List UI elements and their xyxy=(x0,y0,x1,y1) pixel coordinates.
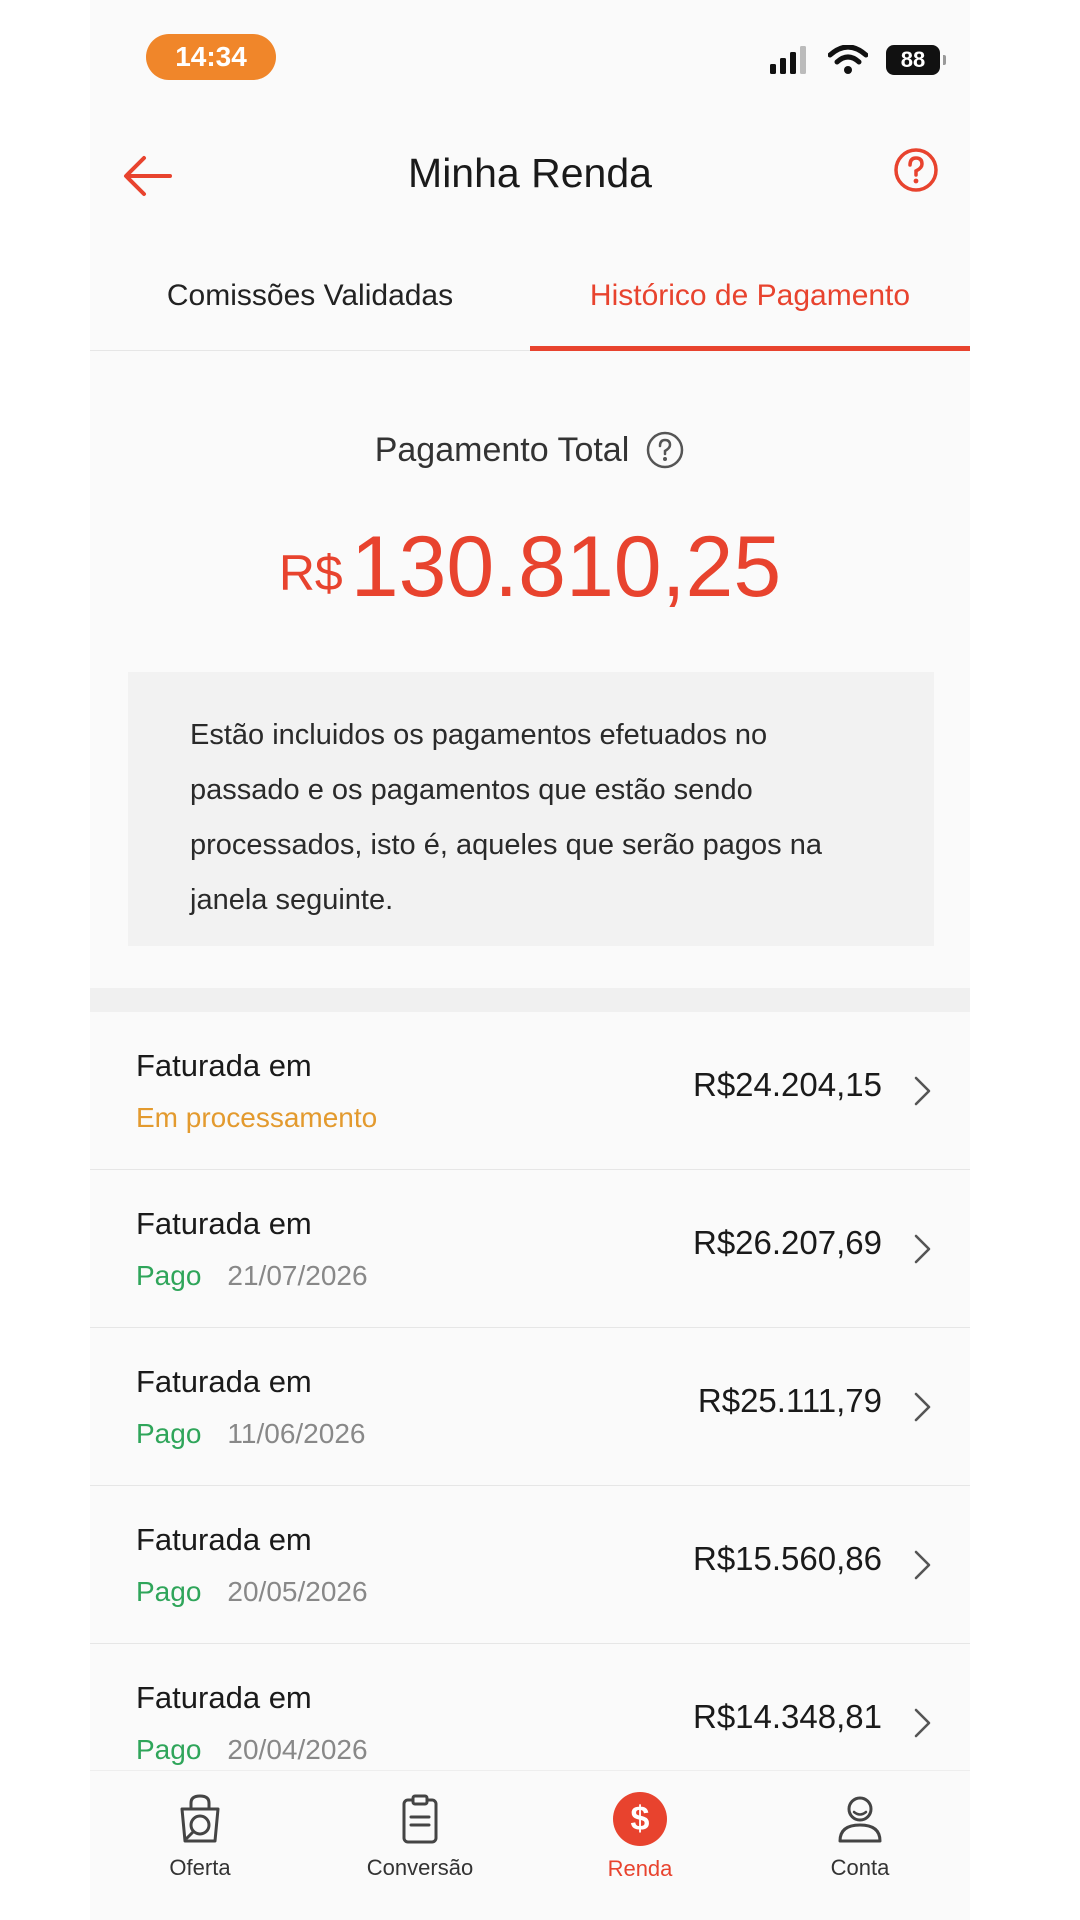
screen: 14:34 88 Minha Renda Comissões Validadas… xyxy=(0,0,1080,1920)
nav-label: Renda xyxy=(607,1856,673,1881)
payment-amount: R$25.111,79 xyxy=(697,1382,882,1419)
chevron-right-icon xyxy=(914,1550,931,1580)
status-bar: 14:34 88 xyxy=(90,0,970,110)
payment-status-line: Pago 20/05/2026 xyxy=(136,1576,368,1608)
nav-oferta[interactable]: Oferta xyxy=(90,1791,310,1901)
question-circle-icon[interactable] xyxy=(892,146,940,194)
payment-amount: R$14.348,81 xyxy=(693,1698,882,1735)
nav-label: Conta xyxy=(830,1855,890,1880)
payment-status: Pago xyxy=(136,1734,202,1765)
chevron-right-icon xyxy=(914,1392,931,1422)
battery-indicator: 88 xyxy=(886,45,946,75)
tab-historico-pagamento[interactable]: Histórico de Pagamento xyxy=(530,250,970,350)
active-tab-indicator xyxy=(530,346,970,351)
bottom-nav: Oferta Conversão $ Renda Conta xyxy=(90,1770,970,1920)
chevron-right-icon xyxy=(914,1076,931,1106)
total-currency: R$ xyxy=(278,545,343,601)
tab-comissoes-validadas[interactable]: Comissões Validadas xyxy=(90,250,530,350)
wifi-icon xyxy=(828,45,868,74)
chevron-right-icon xyxy=(914,1708,931,1738)
payment-title: Faturada em xyxy=(136,1206,312,1241)
payment-status-line: Pago 20/04/2026 xyxy=(136,1734,368,1766)
nav-conversao[interactable]: Conversão xyxy=(310,1791,530,1901)
offer-bag-icon xyxy=(180,1794,220,1843)
payment-date: 20/05/2026 xyxy=(227,1576,368,1607)
payment-status: Em processamento xyxy=(136,1102,378,1133)
payment-list: Faturada em Em processamento R$24.204,15… xyxy=(90,1012,970,1802)
signal-icon xyxy=(770,46,806,74)
payment-status-line: Pago 11/06/2026 xyxy=(136,1418,365,1450)
payment-title: Faturada em xyxy=(136,1680,312,1715)
chevron-right-icon xyxy=(914,1234,931,1264)
status-time: 14:34 xyxy=(146,34,276,80)
header: Minha Renda xyxy=(90,110,970,240)
payment-status-line: Em processamento xyxy=(136,1102,403,1134)
total-label-row: Pagamento Total xyxy=(90,430,970,470)
total-label: Pagamento Total xyxy=(374,430,630,469)
total-amount: R$130.810,25 xyxy=(90,518,970,617)
payment-amount: R$26.207,69 xyxy=(693,1224,882,1261)
nav-renda[interactable]: $ Renda xyxy=(530,1791,750,1901)
page-title: Minha Renda xyxy=(408,150,652,196)
payment-date: 20/04/2026 xyxy=(227,1734,368,1765)
section-divider xyxy=(90,988,970,1012)
question-circle-icon[interactable] xyxy=(645,430,685,470)
payment-status: Pago xyxy=(136,1260,202,1291)
payment-row[interactable]: Faturada em Pago 21/07/2026 R$26.207,69 xyxy=(90,1170,970,1328)
payment-amount: R$15.560,86 xyxy=(693,1540,882,1577)
clipboard-icon xyxy=(402,1794,438,1844)
payment-date: 11/06/2026 xyxy=(227,1418,366,1449)
tab-bar: Comissões Validadas Histórico de Pagamen… xyxy=(90,250,970,351)
nav-label: Conversão xyxy=(366,1855,474,1880)
payment-date: 21/07/2026 xyxy=(227,1260,368,1291)
status-icons: 88 xyxy=(770,40,946,80)
dollar-circle-icon: $ xyxy=(612,1792,668,1848)
payment-amount: R$24.204,15 xyxy=(693,1066,882,1103)
payment-row[interactable]: Faturada em Pago 20/05/2026 R$15.560,86 xyxy=(90,1486,970,1644)
payment-row[interactable]: Faturada em Pago 11/06/2026 R$25.111,79 xyxy=(90,1328,970,1486)
payment-status: Pago xyxy=(136,1576,202,1607)
user-icon xyxy=(838,1796,882,1843)
nav-label: Oferta xyxy=(169,1855,231,1880)
total-value: 130.810,25 xyxy=(350,519,782,615)
nav-conta[interactable]: Conta xyxy=(750,1791,970,1901)
payment-status-line: Pago 21/07/2026 xyxy=(136,1260,368,1292)
payment-title: Faturada em xyxy=(136,1522,312,1557)
payment-title: Faturada em xyxy=(136,1048,312,1083)
payment-row[interactable]: Faturada em Em processamento R$24.204,15 xyxy=(90,1012,970,1170)
payment-status: Pago xyxy=(136,1418,202,1449)
payment-title: Faturada em xyxy=(136,1364,312,1399)
app-content: 14:34 88 Minha Renda Comissões Validadas… xyxy=(90,0,970,1920)
info-note: Estão incluidos os pagamentos efetuados … xyxy=(128,672,934,946)
